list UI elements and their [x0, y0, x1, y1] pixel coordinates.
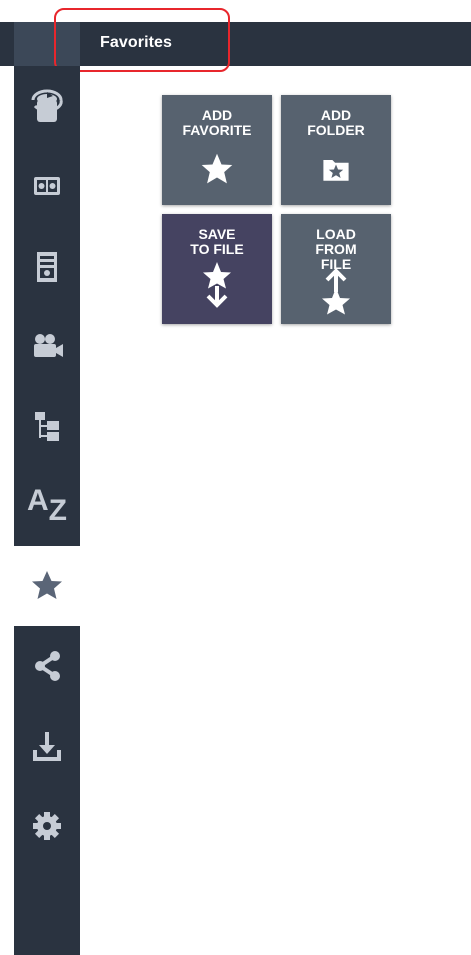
share-icon	[35, 651, 60, 681]
sidebar-item-download[interactable]	[14, 706, 80, 786]
sidebar-item-rotate-view[interactable]	[14, 66, 80, 146]
hierarchy-tree-icon	[35, 412, 59, 441]
id-card-icon	[34, 177, 60, 195]
gear-icon	[33, 812, 61, 840]
save-to-file-button[interactable]: SAVE TO FILE	[162, 214, 272, 324]
star-icon	[201, 153, 233, 184]
download-icon	[33, 732, 61, 761]
sidebar-item-share[interactable]	[14, 626, 80, 706]
sidebar-item-favorites[interactable]	[14, 546, 80, 626]
load-from-file-button[interactable]: LOAD FROM FILE	[281, 214, 391, 324]
add-folder-label: ADD FOLDER	[307, 107, 365, 138]
add-favorite-button[interactable]: ADD FAVORITE	[162, 95, 272, 205]
rotate-view-icon	[31, 89, 63, 122]
arrow-up-star-icon	[322, 268, 350, 315]
sidebar-item-building[interactable]	[14, 226, 80, 306]
sidebar-item-video[interactable]	[14, 306, 80, 386]
sidebar-item-settings[interactable]	[14, 786, 80, 866]
alphabetical-icon: AZ	[27, 484, 67, 527]
save-to-file-label: SAVE TO FILE	[190, 226, 244, 257]
star-icon	[32, 571, 62, 599]
add-folder-button[interactable]: ADD FOLDER	[281, 95, 391, 205]
header-corner	[14, 22, 80, 66]
star-arrow-down-icon	[203, 262, 231, 308]
building-icon	[37, 252, 57, 282]
folder-star-icon	[323, 160, 349, 181]
video-camera-icon	[34, 334, 63, 357]
add-favorite-label: ADD FAVORITE	[182, 107, 252, 138]
page-title: Favorites	[100, 34, 173, 51]
sidebar: AZ	[14, 66, 80, 955]
sidebar-item-alphabetical[interactable]: AZ	[14, 466, 80, 546]
sidebar-item-id-card[interactable]	[14, 146, 80, 226]
sidebar-item-hierarchy[interactable]	[14, 386, 80, 466]
